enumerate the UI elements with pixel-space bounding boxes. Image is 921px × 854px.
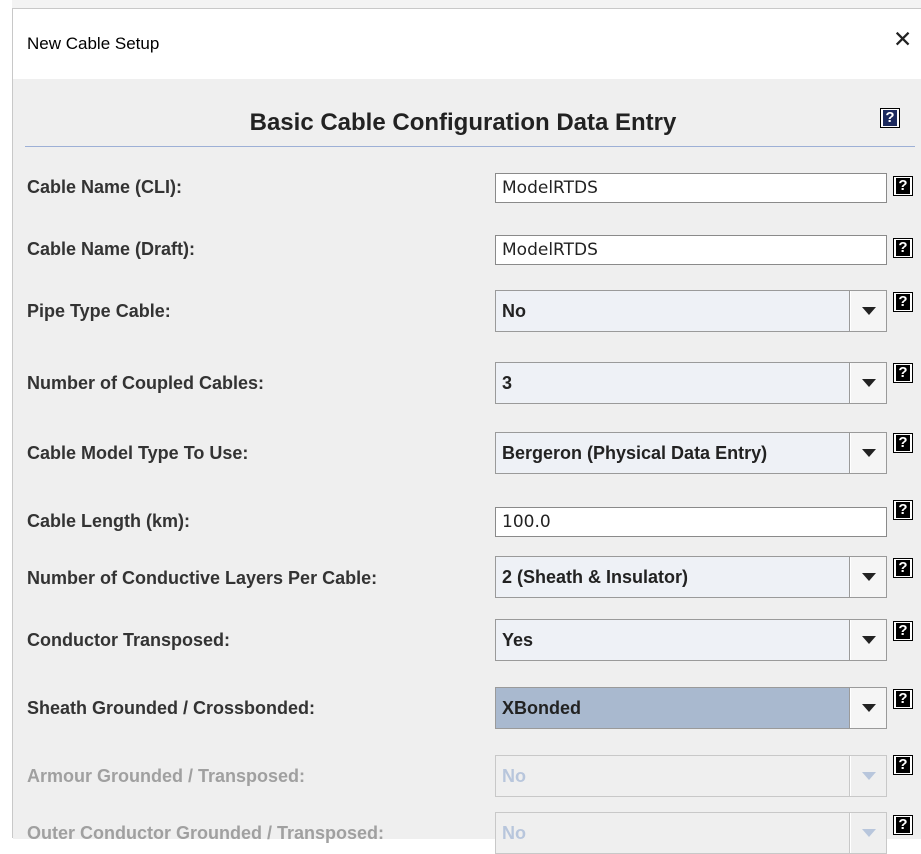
- chevron-down-icon: [851, 813, 886, 853]
- help-icon: ?: [896, 757, 910, 773]
- cable-model-type-value: Bergeron (Physical Data Entry): [496, 433, 850, 473]
- coupled-cables-label: Number of Coupled Cables:: [27, 373, 265, 393]
- conductive-layers-value: 2 (Sheath & Insulator): [496, 557, 850, 597]
- page-title: Basic Cable Configuration Data Entry: [249, 109, 677, 136]
- cable-name-draft-label: Cable Name (Draft):: [27, 239, 196, 259]
- help-icon: ?: [896, 502, 910, 518]
- chevron-down-icon: [851, 756, 886, 796]
- cable-name-draft-field[interactable]: ModelRTDS: [495, 235, 887, 265]
- close-icon[interactable]: ✕: [893, 29, 912, 52]
- armour-grounded-label: Armour Grounded / Transposed:: [27, 766, 306, 786]
- window-title: New Cable Setup: [27, 34, 160, 53]
- chevron-down-icon[interactable]: [851, 620, 886, 660]
- chevron-down-icon[interactable]: [851, 433, 886, 473]
- conductor-transposed-label: Conductor Transposed:: [27, 630, 231, 650]
- help-icon: ?: [896, 691, 910, 707]
- configuration-panel: Basic Cable Configuration Data Entry ? C…: [13, 79, 921, 854]
- conductor-transposed-select[interactable]: Yes: [495, 619, 887, 661]
- pipe-type-cable-help-button[interactable]: ?: [893, 292, 913, 312]
- pipe-type-cable-select[interactable]: No: [495, 290, 887, 332]
- conductor-transposed-value: Yes: [496, 620, 850, 660]
- help-icon: ?: [896, 240, 910, 256]
- help-icon: ?: [896, 365, 910, 381]
- conductive-layers-help-button[interactable]: ?: [893, 558, 913, 578]
- help-icon: ?: [896, 623, 910, 639]
- help-icon: ?: [896, 817, 910, 833]
- conductive-layers-label: Number of Conductive Layers Per Cable:: [27, 568, 378, 588]
- background-strip: [0, 0, 12, 838]
- coupled-cables-help-button[interactable]: ?: [893, 363, 913, 383]
- chevron-down-icon[interactable]: [851, 363, 886, 403]
- chevron-down-icon[interactable]: [851, 557, 886, 597]
- help-icon: ?: [896, 178, 910, 194]
- cable-length-help-button[interactable]: ?: [893, 500, 913, 520]
- coupled-cables-select[interactable]: 3: [495, 362, 887, 404]
- help-icon: ?: [896, 435, 910, 451]
- armour-grounded-select: No: [495, 755, 887, 797]
- cable-length-label: Cable Length (km):: [27, 511, 191, 531]
- pipe-type-cable-label: Pipe Type Cable:: [27, 301, 171, 321]
- armour-grounded-help-button[interactable]: ?: [893, 755, 913, 775]
- cable-length-field[interactable]: 100.0: [495, 507, 887, 537]
- cable-model-type-select[interactable]: Bergeron (Physical Data Entry): [495, 432, 887, 474]
- outer-conductor-select: No: [495, 812, 887, 854]
- sheath-grounded-value: XBonded: [496, 688, 850, 728]
- cable-name-cli-help-button[interactable]: ?: [893, 176, 913, 196]
- header-divider: [25, 146, 915, 147]
- chevron-down-icon[interactable]: [851, 291, 886, 331]
- outer-conductor-value: No: [496, 813, 850, 853]
- help-icon: ?: [896, 294, 910, 310]
- pipe-type-cable-value: No: [496, 291, 850, 331]
- screen-top-gap: [0, 0, 921, 8]
- help-icon: ?: [896, 560, 910, 576]
- armour-grounded-value: No: [496, 756, 850, 796]
- cable-name-draft-help-button[interactable]: ?: [893, 238, 913, 258]
- new-cable-setup-dialog: New Cable Setup ✕ Basic Cable Configurat…: [12, 8, 921, 854]
- coupled-cables-value: 3: [496, 363, 850, 403]
- outer-conductor-help-button[interactable]: ?: [893, 815, 913, 835]
- sheath-grounded-help-button[interactable]: ?: [893, 689, 913, 709]
- cable-model-type-label: Cable Model Type To Use:: [27, 443, 249, 463]
- conductive-layers-select[interactable]: 2 (Sheath & Insulator): [495, 556, 887, 598]
- cable-name-cli-field[interactable]: ModelRTDS: [495, 173, 887, 203]
- cable-name-cli-label: Cable Name (CLI):: [27, 177, 183, 197]
- chevron-down-icon[interactable]: [851, 688, 886, 728]
- sheath-grounded-select[interactable]: XBonded: [495, 687, 887, 729]
- header-help-button[interactable]: ?: [880, 108, 900, 128]
- outer-conductor-label: Outer Conductor Grounded / Transposed:: [27, 823, 385, 843]
- sheath-grounded-label: Sheath Grounded / Crossbonded:: [27, 698, 316, 718]
- conductor-transposed-help-button[interactable]: ?: [893, 621, 913, 641]
- cable-model-type-help-button[interactable]: ?: [893, 433, 913, 453]
- title-bar[interactable]: New Cable Setup ✕: [13, 9, 921, 79]
- help-icon: ?: [883, 110, 897, 126]
